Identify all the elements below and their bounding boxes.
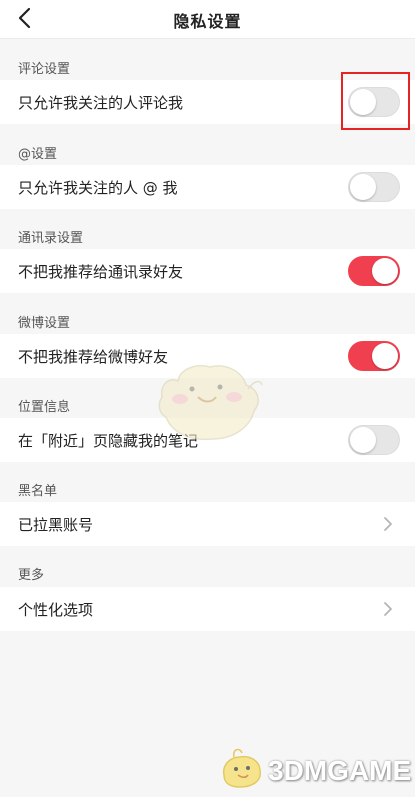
section-header-contacts: 通讯录设置 (18, 231, 84, 246)
site-logo-icon (222, 748, 261, 788)
section-header-mention: @设置 (18, 147, 58, 162)
contacts-recommend-toggle[interactable] (348, 256, 400, 286)
section-header-blacklist: 黑名单 (18, 484, 58, 499)
row-blocked-accounts[interactable]: 已拉黑账号 (0, 502, 415, 546)
row-label: 不把我推荐给微博好友 (18, 348, 169, 366)
row-personalization[interactable]: 个性化选项 (0, 587, 415, 631)
row-weibo-recommend: 不把我推荐给微博好友 (0, 334, 415, 378)
toggle-knob (350, 427, 376, 453)
site-watermark: 3DMGAME (268, 755, 412, 786)
row-contacts-recommend: 不把我推荐给通讯录好友 (0, 249, 415, 293)
nav-bar: 隐私设置 (0, 0, 415, 39)
section-header-more: 更多 (18, 568, 45, 583)
weibo-recommend-toggle[interactable] (348, 341, 400, 371)
hide-nearby-toggle[interactable] (348, 425, 400, 455)
toggle-knob (350, 174, 376, 200)
toggle-knob (372, 343, 398, 369)
chevron-right-icon (384, 602, 392, 616)
row-label: 只允许我关注的人评论我 (18, 94, 184, 112)
row-label: 不把我推荐给通讯录好友 (18, 263, 184, 281)
row-comment-permission: 只允许我关注的人评论我 (0, 80, 415, 124)
page-title: 隐私设置 (173, 12, 242, 31)
row-label: 只允许我关注的人 @ 我 (18, 179, 178, 197)
comment-permission-toggle[interactable] (348, 87, 400, 117)
row-mention-permission: 只允许我关注的人 @ 我 (0, 165, 415, 209)
row-label: 在「附近」页隐藏我的笔记 (18, 432, 199, 450)
row-label: 已拉黑账号 (18, 516, 94, 534)
section-header-weibo: 微博设置 (18, 316, 71, 331)
section-header-comments: 评论设置 (18, 62, 71, 77)
row-label: 个性化选项 (18, 601, 94, 619)
mention-permission-toggle[interactable] (348, 172, 400, 202)
chevron-right-icon (384, 517, 392, 531)
row-hide-nearby: 在「附近」页隐藏我的笔记 (0, 418, 415, 462)
section-header-location: 位置信息 (18, 400, 71, 415)
toggle-knob (350, 89, 376, 115)
toggle-knob (372, 258, 398, 284)
